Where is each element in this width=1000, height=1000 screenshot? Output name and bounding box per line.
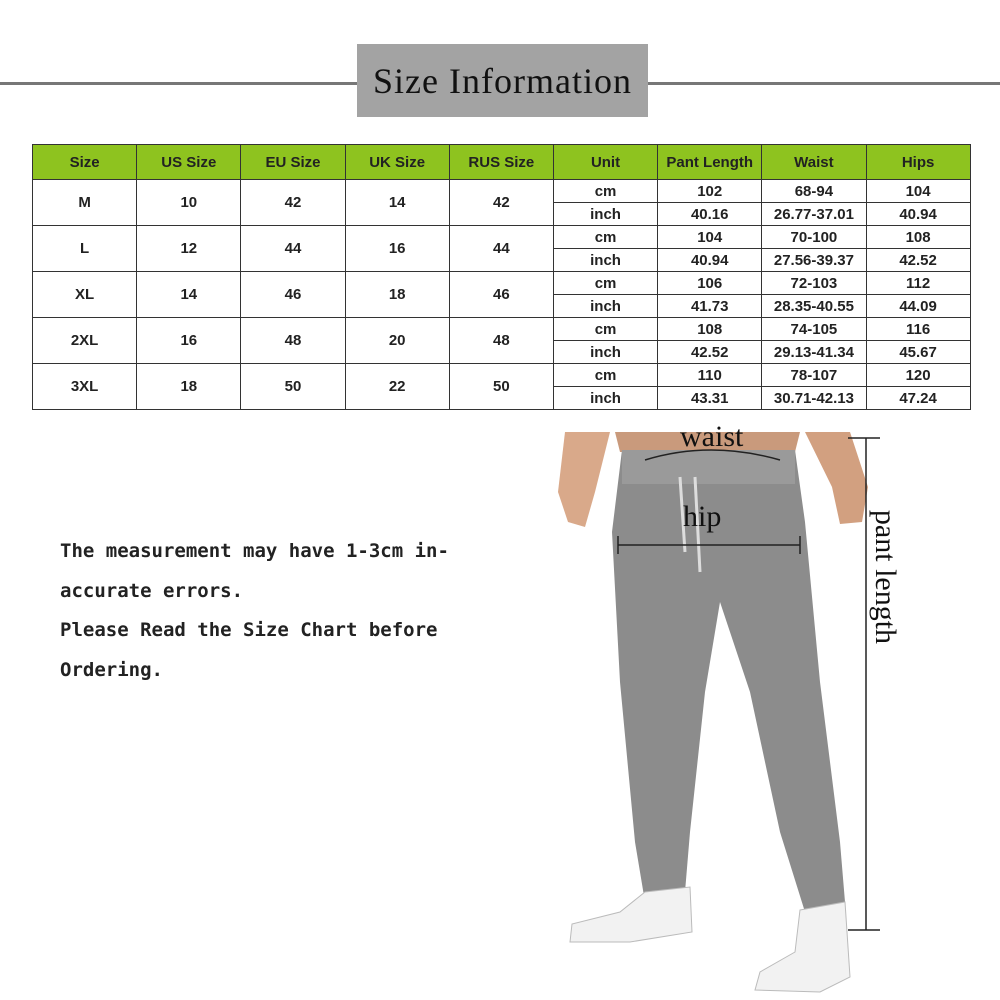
size-cell: 3XL bbox=[31, 363, 138, 410]
rus-cell: 48 bbox=[448, 317, 554, 364]
length-cell: 110 bbox=[657, 363, 763, 387]
waist-cell: 30.71-42.13 bbox=[761, 386, 867, 410]
waist-cell: 29.13-41.34 bbox=[761, 340, 867, 364]
waist-cell: 28.35-40.55 bbox=[761, 294, 867, 318]
pants-body bbox=[612, 450, 845, 912]
unit-cell: cm bbox=[552, 271, 659, 295]
rus-cell: 46 bbox=[448, 271, 554, 318]
length-cell: 40.16 bbox=[657, 202, 763, 226]
unit-cell: inch bbox=[552, 294, 659, 318]
hips-cell: 112 bbox=[865, 271, 971, 295]
waist-cell: 72-103 bbox=[761, 271, 867, 295]
unit-cell: cm bbox=[552, 317, 659, 341]
rus-cell: 50 bbox=[448, 363, 554, 410]
column-header: Waist bbox=[761, 144, 867, 180]
length-cell: 42.52 bbox=[657, 340, 763, 364]
uk-cell: 14 bbox=[344, 179, 450, 226]
hip-label: hip bbox=[683, 500, 722, 533]
uk-cell: 20 bbox=[344, 317, 450, 364]
waist-cell: 27.56-39.37 bbox=[761, 248, 867, 272]
length-cell: 43.31 bbox=[657, 386, 763, 410]
length-cell: 102 bbox=[657, 179, 763, 203]
eu-cell: 48 bbox=[240, 317, 346, 364]
unit-cell: inch bbox=[552, 340, 659, 364]
column-header: EU Size bbox=[240, 144, 346, 180]
waist-cell: 78-107 bbox=[761, 363, 867, 387]
hips-cell: 47.24 bbox=[865, 386, 971, 410]
eu-cell: 50 bbox=[240, 363, 346, 410]
length-cell: 41.73 bbox=[657, 294, 763, 318]
hips-cell: 120 bbox=[865, 363, 971, 387]
us-cell: 12 bbox=[136, 225, 242, 272]
uk-cell: 16 bbox=[344, 225, 450, 272]
eu-cell: 44 bbox=[240, 225, 346, 272]
length-cell: 40.94 bbox=[657, 248, 763, 272]
rus-cell: 44 bbox=[448, 225, 554, 272]
unit-cell: cm bbox=[552, 225, 659, 249]
hips-cell: 116 bbox=[865, 317, 971, 341]
left-shoe bbox=[569, 886, 693, 943]
table-row: M 10 42 14 42 cm 102 68-94 104 bbox=[31, 179, 971, 226]
hips-cell: 42.52 bbox=[865, 248, 971, 272]
page-title: Size Information bbox=[357, 44, 648, 117]
eu-cell: 42 bbox=[240, 179, 346, 226]
size-table: Size US Size EU Size UK Size RUS Size Unit Pan… bbox=[31, 144, 971, 410]
title-rule-right bbox=[648, 82, 1000, 85]
size-cell: L bbox=[31, 225, 138, 272]
unit-cell: inch bbox=[552, 202, 659, 226]
waistband bbox=[622, 450, 795, 484]
rus-cell: 42 bbox=[448, 179, 554, 226]
right-arm bbox=[805, 432, 868, 524]
table-row: 2XL 16 48 20 48 cm 108 74-105 116 bbox=[31, 317, 971, 364]
table-row: 3XL 18 50 22 50 cm 110 78-107 120 bbox=[31, 363, 971, 410]
eu-cell: 46 bbox=[240, 271, 346, 318]
hips-cell: 40.94 bbox=[865, 202, 971, 226]
column-header: UK Size bbox=[344, 144, 450, 180]
unit-cell: cm bbox=[552, 363, 659, 387]
column-header: US Size bbox=[136, 144, 242, 180]
title-rule-left bbox=[0, 82, 357, 85]
table-row: XL 14 46 18 46 cm 106 72-103 112 bbox=[31, 271, 971, 318]
waist-cell: 68-94 bbox=[761, 179, 867, 203]
us-cell: 14 bbox=[136, 271, 242, 318]
note-line: accurate errors. bbox=[60, 579, 244, 602]
hips-cell: 45.67 bbox=[865, 340, 971, 364]
waist-label: waist bbox=[680, 420, 744, 453]
size-cell: M bbox=[31, 179, 138, 226]
us-cell: 16 bbox=[136, 317, 242, 364]
column-header: Hips bbox=[865, 144, 971, 180]
right-shoe bbox=[754, 901, 851, 993]
uk-cell: 22 bbox=[344, 363, 450, 410]
measurement-note: The measurement may have 1-3cm in- accur… bbox=[60, 532, 449, 690]
note-line: The measurement may have 1-3cm in- bbox=[60, 540, 449, 562]
column-header: Unit bbox=[552, 144, 659, 180]
length-cell: 106 bbox=[657, 271, 763, 295]
hips-cell: 44.09 bbox=[865, 294, 971, 318]
pant-length-label: pant length bbox=[869, 509, 902, 645]
us-cell: 10 bbox=[136, 179, 242, 226]
hips-cell: 104 bbox=[865, 179, 971, 203]
unit-cell: cm bbox=[552, 179, 659, 203]
unit-cell: inch bbox=[552, 248, 659, 272]
waist-cell: 26.77-37.01 bbox=[761, 202, 867, 226]
table-row: L 12 44 16 44 cm 104 70-100 108 bbox=[31, 225, 971, 272]
length-cell: 108 bbox=[657, 317, 763, 341]
column-header: RUS Size bbox=[448, 144, 554, 180]
note-line: Ordering. bbox=[60, 658, 163, 681]
hips-cell: 108 bbox=[865, 225, 971, 249]
size-cell: XL bbox=[31, 271, 138, 318]
note-line: Please Read the Size Chart before bbox=[60, 619, 438, 641]
waist-cell: 74-105 bbox=[761, 317, 867, 341]
uk-cell: 18 bbox=[344, 271, 450, 318]
table-header-row: Size US Size EU Size UK Size RUS Size Unit Pan… bbox=[31, 144, 971, 180]
left-arm bbox=[558, 432, 610, 527]
waist-cell: 70-100 bbox=[761, 225, 867, 249]
length-cell: 104 bbox=[657, 225, 763, 249]
column-header: Size bbox=[31, 144, 138, 180]
unit-cell: inch bbox=[552, 386, 659, 410]
size-cell: 2XL bbox=[31, 317, 138, 364]
us-cell: 18 bbox=[136, 363, 242, 410]
column-header: Pant Length bbox=[657, 144, 763, 180]
